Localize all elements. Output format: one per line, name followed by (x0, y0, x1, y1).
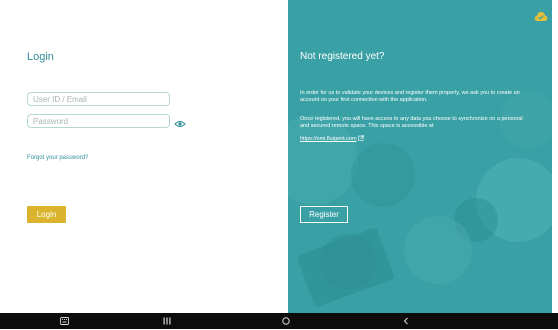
forgot-password-link[interactable]: Forgot your password? (27, 155, 88, 161)
back-icon[interactable] (394, 313, 418, 329)
screen-edge-right (552, 0, 558, 313)
register-button[interactable]: Register (300, 206, 348, 223)
system-nav-bar (0, 313, 558, 329)
screen-edge-left (0, 0, 14, 313)
omi-link-label: https://omi.fluigent.com (300, 136, 357, 142)
login-title: Login (27, 51, 54, 63)
cloud-check-icon (534, 9, 548, 21)
userid-input[interactable] (27, 92, 170, 106)
register-panel: Not registered yet? In order for us to v… (288, 0, 552, 313)
external-link-icon (357, 135, 364, 141)
omi-website-link[interactable]: https://omi.fluigent.com (300, 135, 364, 143)
login-panel: Login Forgot your password? Login (14, 0, 288, 313)
register-benefits: Once registered, you will have access to… (300, 116, 523, 129)
eye-icon[interactable] (174, 116, 186, 127)
keyboard-icon[interactable] (52, 313, 76, 329)
home-icon[interactable] (274, 313, 298, 329)
register-title: Not registered yet? (300, 51, 385, 62)
login-button[interactable]: Login (27, 206, 66, 223)
password-input[interactable] (27, 114, 170, 128)
register-description: In order for us to validate your devices… (300, 90, 520, 103)
background-photo (288, 92, 552, 307)
recents-icon[interactable] (155, 313, 179, 329)
